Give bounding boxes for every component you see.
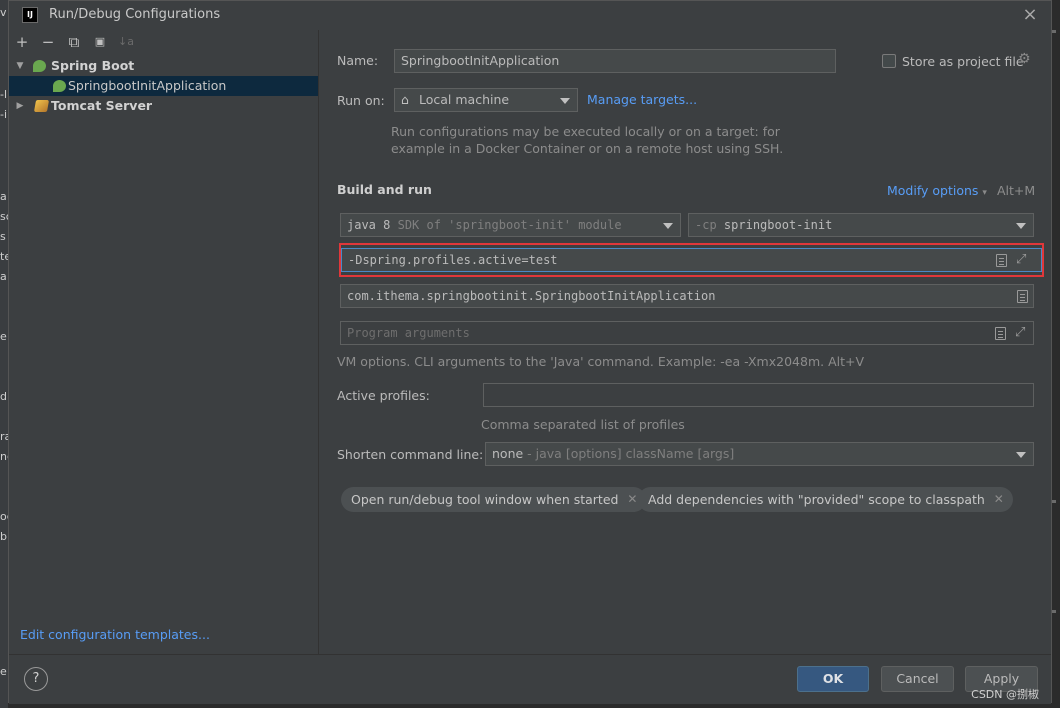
tree-node-springboot-init-application[interactable]: SpringbootInitApplication [9, 76, 318, 96]
run-on-hint-line-1: Run configurations may be executed local… [391, 124, 780, 139]
run-debug-configurations-dialog: IJ Run/Debug Configurations × + − ⧉ ▣ ↓a… [8, 0, 1052, 704]
name-label: Name: [337, 53, 379, 68]
background-ide-left-strip: v -l -i a sc s te a e d ra nc oc b e [0, 0, 8, 708]
manage-targets-link[interactable]: Manage targets... [587, 92, 697, 107]
modify-options-label: Modify options [887, 183, 979, 198]
store-as-project-file-label: Store as project file [902, 54, 1024, 69]
list-icon[interactable] [995, 327, 1006, 340]
tree-toolbar: + − ⧉ ▣ ↓a [9, 30, 318, 54]
modify-options-link[interactable]: Modify options ▾ [887, 183, 987, 198]
sort-icon[interactable]: ↓a [116, 32, 136, 52]
help-button[interactable]: ? [24, 667, 48, 691]
bg-text: a [0, 270, 7, 283]
intellij-app-icon: IJ [22, 7, 38, 23]
run-on-value: Local machine [419, 92, 510, 107]
chip-label: Add dependencies with "provided" scope t… [648, 492, 985, 507]
title-bar[interactable]: IJ Run/Debug Configurations × [9, 1, 1051, 30]
option-chip-provided-scope[interactable]: Add dependencies with "provided" scope t… [638, 487, 1013, 512]
jre-select[interactable]: java 8 SDK of 'springboot-init' module [340, 213, 681, 237]
jre-detail: SDK of 'springboot-init' module [397, 218, 622, 232]
configuration-editor-pane: Name: SpringbootInitApplication Store as… [320, 30, 1052, 654]
configurations-tree: ▼ Spring Boot SpringbootInitApplication … [9, 56, 318, 116]
remove-icon[interactable]: − [38, 32, 58, 52]
bg-text: v [0, 6, 7, 19]
bg-text: e [0, 330, 7, 343]
bg-text: s [0, 230, 6, 243]
bg-text: d [0, 390, 7, 403]
modify-options-shortcut: Alt+M [997, 183, 1036, 198]
tree-node-label: Tomcat Server [51, 98, 153, 113]
bg-text: -l [0, 88, 8, 101]
tree-node-tomcat-server[interactable]: ▶ Tomcat Server [9, 96, 318, 116]
bg-text: b [0, 530, 7, 543]
bg-text: ra [0, 430, 8, 443]
classpath-module-select[interactable]: -cp springboot-init [688, 213, 1034, 237]
name-input[interactable]: SpringbootInitApplication [394, 49, 836, 73]
vm-options-hint: VM options. CLI arguments to the 'Java' … [337, 354, 865, 369]
program-arguments-placeholder: Program arguments [347, 326, 470, 340]
main-class-value: com.ithema.springbootinit.SpringbootInit… [347, 289, 716, 303]
active-profiles-input[interactable] [483, 383, 1034, 407]
build-and-run-section-title: Build and run [337, 182, 432, 197]
csdn-watermark: CSDN @捌椒 [971, 688, 1039, 701]
bg-text: nc [0, 450, 8, 463]
run-on-hint-line-2: example in a Docker Container or on a re… [391, 141, 784, 156]
edit-configuration-templates-link[interactable]: Edit configuration templates... [20, 627, 210, 642]
shorten-command-line-label: Shorten command line: [337, 447, 484, 462]
close-icon[interactable]: ✕ [627, 487, 637, 512]
bg-text: e [0, 665, 7, 678]
configurations-tree-pane: + − ⧉ ▣ ↓a ▼ Spring Boot SpringbootInitA… [9, 30, 319, 654]
run-on-label: Run on: [337, 93, 385, 108]
dialog-title: Run/Debug Configurations [49, 7, 221, 22]
bg-text: sc [0, 210, 8, 223]
gear-icon[interactable]: ⚙ [1018, 51, 1031, 67]
tomcat-icon [33, 100, 50, 112]
cp-module: springboot-init [723, 218, 833, 232]
store-as-project-file-checkbox[interactable] [882, 54, 896, 68]
bg-text: te [0, 250, 8, 263]
move-to-folder-icon[interactable]: ▣ [90, 32, 110, 52]
cp-prefix: -cp [695, 218, 717, 232]
chevron-down-icon[interactable]: ▼ [14, 56, 26, 76]
tree-node-label: Spring Boot [51, 58, 135, 73]
main-class-input[interactable]: com.ithema.springbootinit.SpringbootInit… [340, 284, 1034, 308]
active-profiles-label: Active profiles: [337, 388, 430, 403]
spring-boot-icon [33, 60, 46, 72]
shorten-command-line-value: none [492, 446, 524, 461]
add-icon[interactable]: + [12, 32, 32, 52]
bg-text: -i [0, 108, 8, 121]
chevron-right-icon[interactable]: ▶ [14, 96, 26, 116]
close-icon[interactable]: ✕ [994, 487, 1004, 512]
program-arguments-input[interactable]: Program arguments ⤢ [340, 321, 1034, 345]
ok-button[interactable]: OK [797, 666, 869, 692]
copy-icon[interactable]: ⧉ [64, 32, 84, 52]
option-chip-open-tool-window[interactable]: Open run/debug tool window when started … [341, 487, 647, 512]
chevron-down-icon: ▾ [982, 188, 987, 198]
bg-text: oc [0, 510, 8, 523]
jre-value: java 8 [347, 218, 391, 232]
tree-node-spring-boot[interactable]: ▼ Spring Boot [9, 56, 318, 76]
shorten-command-line-detail: - java [options] className [args] [527, 446, 735, 461]
cancel-button[interactable]: Cancel [881, 666, 954, 692]
spring-run-config-icon [53, 80, 66, 92]
expand-icon[interactable]: ⤢ [1015, 325, 1029, 341]
home-icon: ⌂ [401, 92, 409, 107]
shorten-command-line-select[interactable]: none - java [options] className [args] [485, 442, 1034, 466]
highlight-annotation-box [339, 243, 1044, 277]
chip-label: Open run/debug tool window when started [351, 492, 619, 507]
dialog-button-bar: ? OK Cancel Apply CSDN @捌椒 [9, 654, 1051, 704]
run-on-select[interactable]: ⌂ Local machine [394, 88, 578, 112]
browse-class-icon[interactable] [1017, 290, 1028, 303]
close-icon[interactable]: × [1019, 4, 1041, 26]
active-profiles-hint: Comma separated list of profiles [481, 417, 685, 432]
tree-node-label: SpringbootInitApplication [68, 78, 227, 93]
bg-text: a [0, 190, 7, 203]
